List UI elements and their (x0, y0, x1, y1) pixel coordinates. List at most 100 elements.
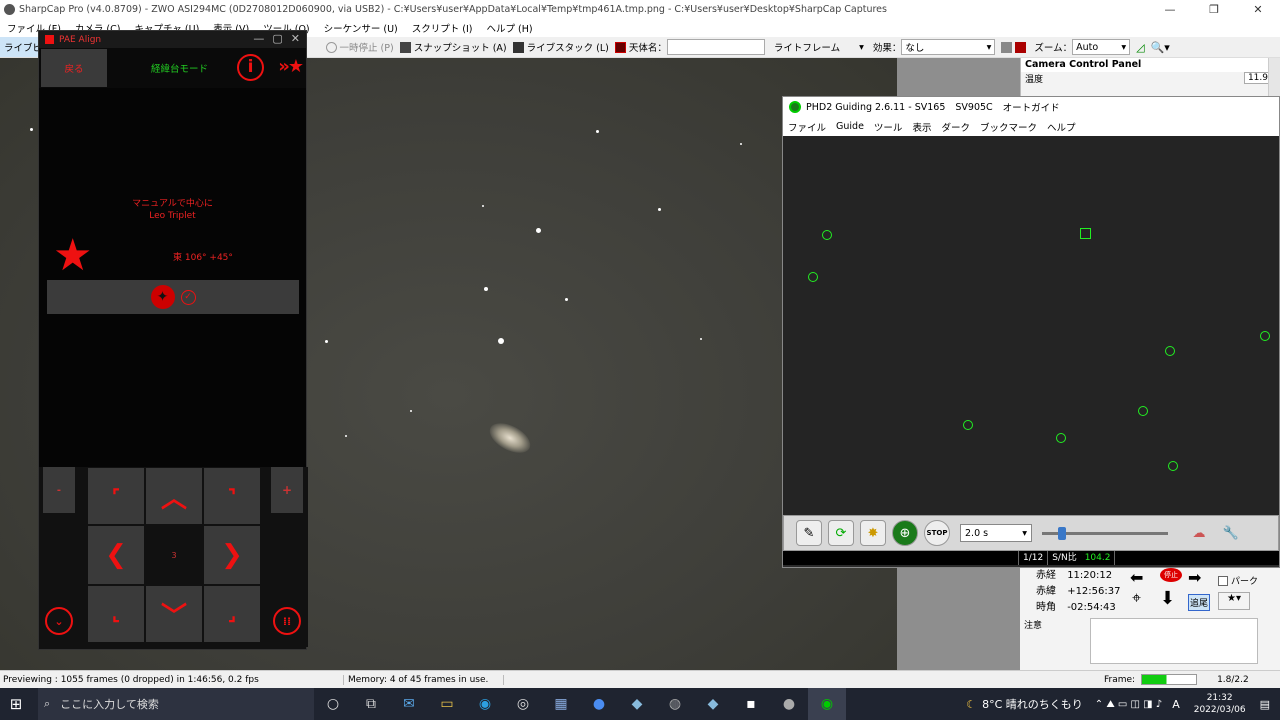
slew-west-icon[interactable]: ⬅ (1130, 568, 1143, 587)
up-right-button[interactable]: ⌝ (204, 468, 260, 524)
zoom-magnifier-icon[interactable]: 🔍▾ (1151, 41, 1170, 54)
menu-scripting[interactable]: スクリプト (I) (412, 21, 473, 35)
close-button[interactable]: ✕ (291, 32, 300, 45)
connect-gear-icon[interactable]: ✎ (796, 520, 822, 546)
app-icon[interactable]: ◍ (656, 688, 694, 720)
up-left-button[interactable]: ⌜ (88, 468, 144, 524)
phd-menu-tools[interactable]: ツール (874, 120, 903, 134)
gamma-slider[interactable] (1042, 524, 1168, 542)
direction-pad: - + ⌜ ︿ ⌝ ❮ 3 ❯ ⌞ ﹀ ⌟ ⌄ ⁞⁞ (39, 467, 308, 647)
chevron-down-icon: ▾ (986, 41, 992, 53)
phd-menu-bookmarks[interactable]: ブックマーク (980, 120, 1037, 134)
phd-menu-help[interactable]: ヘルプ (1047, 120, 1076, 134)
phd-menu-view[interactable]: 表示 (912, 120, 931, 134)
weather-text[interactable]: 8°C 晴れのちくもり (982, 696, 1083, 712)
effect-select[interactable]: なし ▾ (901, 39, 996, 55)
next-star-icon[interactable]: »★ (278, 56, 304, 77)
store-icon[interactable]: ▦ (542, 688, 580, 720)
maximize-button[interactable]: ❐ (1192, 0, 1236, 19)
grid-menu-icon[interactable]: ⁞⁞ (273, 607, 301, 635)
stop-icon[interactable]: STOP (924, 520, 950, 546)
phd2-taskbar-icon[interactable]: ◉ (808, 688, 846, 720)
loop-icon[interactable]: ⟳ (828, 520, 854, 546)
slider-thumb[interactable] (1058, 527, 1066, 540)
collapse-icon[interactable]: ⌄ (45, 607, 73, 635)
galaxy (484, 417, 536, 459)
slew-south-icon[interactable]: ⬇ (1160, 588, 1175, 609)
taskbar-search[interactable]: ⌕ ここに入力して検索 (38, 688, 314, 720)
close-button[interactable]: ✕ (1236, 0, 1280, 19)
phd-menu-guide[interactable]: Guide (836, 121, 864, 132)
snapshot-button[interactable]: スナップショット (A) (399, 40, 507, 54)
confirm-bar[interactable]: ✦ ✓ (47, 280, 299, 314)
pae-taskbar-icon[interactable]: ▪ (732, 688, 770, 720)
mail-icon[interactable]: ✉ (390, 688, 428, 720)
tray-icons[interactable]: ⌃ ⛰ ▭ ◫ ◨ ♪ (1095, 699, 1162, 710)
maximize-button[interactable]: ▢ (272, 32, 282, 45)
app-icon[interactable]: ◆ (618, 688, 656, 720)
live-stack-button[interactable]: ライブスタック (L) (512, 40, 609, 54)
star-icon: ★ (53, 230, 93, 281)
phd-menu-file[interactable]: ファイル (788, 120, 826, 134)
slew-east-icon[interactable]: ➡ (1188, 568, 1201, 587)
right-button[interactable]: ❯ (204, 526, 260, 584)
minus-button[interactable]: - (43, 467, 75, 513)
target-name-input[interactable] (666, 39, 765, 55)
zoom-select[interactable]: Auto ▾ (1072, 39, 1131, 55)
file-explorer-icon[interactable]: ▭ (428, 688, 466, 720)
app-icon[interactable]: ◆ (694, 688, 732, 720)
guide-star-marker (822, 230, 832, 240)
ime-indicator[interactable]: A (1172, 698, 1180, 711)
zoom-icon[interactable]: ● (580, 688, 618, 720)
minimize-button[interactable]: — (1148, 0, 1192, 19)
brain-icon[interactable]: ☁ (1186, 520, 1212, 546)
up-button[interactable]: ︿ (146, 468, 202, 524)
tools-icon[interactable]: 🔧 (1218, 520, 1244, 546)
frame-type-select[interactable]: ライトフレーム ▾ (770, 39, 867, 55)
down-left-button[interactable]: ⌞ (88, 586, 144, 642)
temperature-row: 温度 11.9 (1021, 72, 1280, 85)
notes-box[interactable] (1090, 618, 1258, 664)
plus-button[interactable]: + (271, 467, 303, 513)
tracking-toggle[interactable]: 追尾 (1188, 594, 1211, 611)
status-bar: Previewing : 1055 frames (0 dropped) in … (0, 670, 1280, 688)
star-select-button[interactable]: ★▾ (1218, 592, 1250, 610)
bayer-toggle-icon[interactable] (1015, 41, 1027, 53)
auto-select-star-icon[interactable]: ✸ (860, 520, 886, 546)
minimize-button[interactable]: — (253, 32, 264, 45)
star-target-icon[interactable]: ✦ (150, 285, 175, 309)
phd-menu-darks[interactable]: ダーク (941, 120, 970, 134)
task-view-icon[interactable]: ⧉ (352, 688, 390, 720)
start-button[interactable]: ⊞ (0, 695, 32, 713)
graph-icon[interactable]: ◿ (1136, 41, 1144, 54)
star (482, 205, 484, 207)
sharpcap-taskbar-icon[interactable]: ● (770, 688, 808, 720)
memory-status: Memory: 4 of 45 frames in use. (344, 674, 504, 685)
snr-value: 104.2 (1081, 551, 1116, 565)
back-button[interactable]: 戻る (41, 49, 107, 87)
down-button[interactable]: ﹀ (146, 586, 202, 642)
info-icon[interactable]: i (237, 54, 264, 81)
target-text: マニュアルで中心に Leo Triplet (132, 199, 213, 221)
preview-status: Previewing : 1055 frames (0 dropped) in … (0, 674, 344, 685)
histogram-toggle-icon[interactable] (1001, 41, 1013, 53)
left-button[interactable]: ❮ (88, 526, 144, 584)
menu-help[interactable]: ヘルプ (H) (486, 21, 532, 35)
park-checkbox[interactable]: パーク (1218, 574, 1258, 587)
notification-icon[interactable]: ▤ (1260, 698, 1270, 711)
star (498, 338, 504, 344)
app-icon[interactable]: ◎ (504, 688, 542, 720)
guide-star-marker (1165, 346, 1175, 356)
guide-icon[interactable]: ⊕ (892, 520, 918, 546)
stop-slew-button[interactable]: 停止 (1160, 568, 1182, 582)
menu-sequencer[interactable]: シーケンサー (U) (324, 21, 398, 35)
clock[interactable]: 21:32 2022/03/06 (1194, 692, 1246, 716)
crosshair-icon[interactable]: ⌖ (1132, 588, 1141, 608)
check-icon[interactable]: ✓ (180, 289, 196, 305)
exposure-select[interactable]: 2.0 s ▾ (960, 524, 1032, 542)
pause-button[interactable]: 一時停止 (P) (325, 40, 394, 54)
down-right-button[interactable]: ⌟ (204, 586, 260, 642)
cortana-icon[interactable]: ○ (314, 688, 352, 720)
phd2-guide-view[interactable] (783, 136, 1279, 515)
edge-icon[interactable]: ◉ (466, 688, 504, 720)
